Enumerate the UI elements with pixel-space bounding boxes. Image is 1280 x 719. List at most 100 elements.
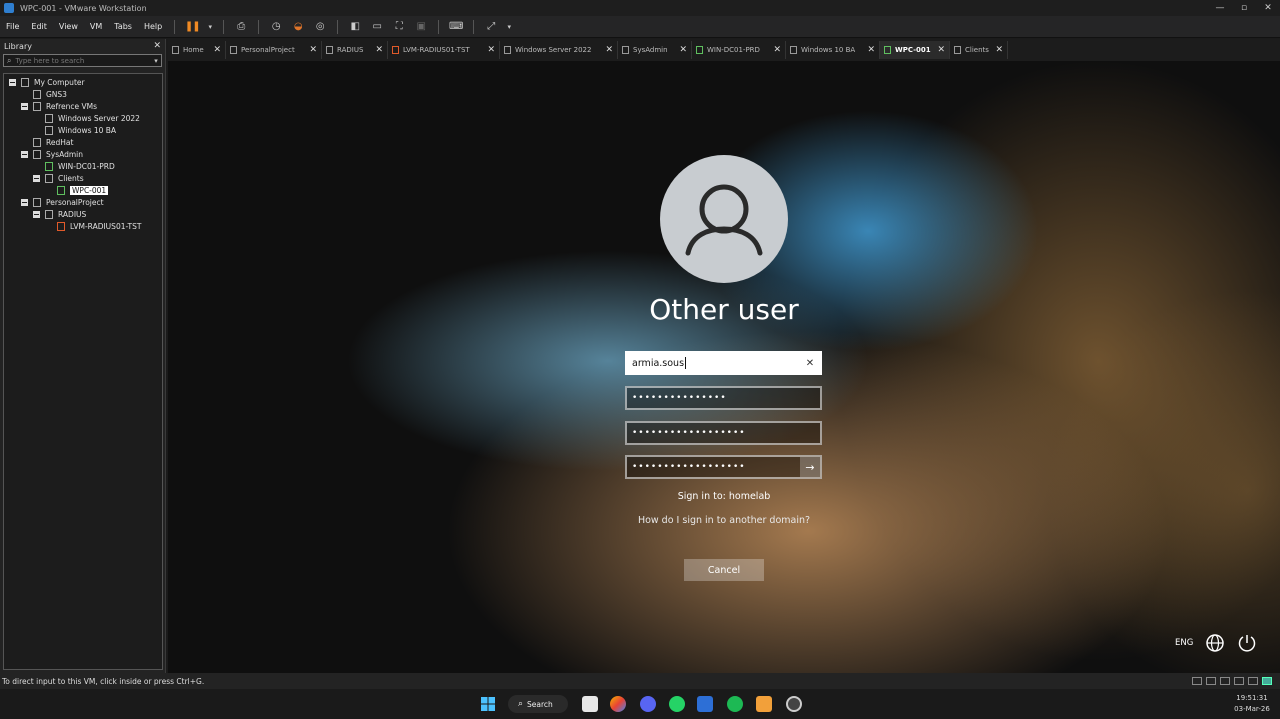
tree-item-radius[interactable]: RADIUS (33, 208, 86, 220)
stretch-guest-icon[interactable]: ⤢ (482, 18, 500, 36)
collapse-toggle-icon[interactable] (21, 198, 28, 206)
vm-icon (33, 89, 41, 99)
submit-arrow-icon[interactable]: → (800, 457, 820, 477)
tree-item-wpc-001[interactable]: WPC-001 (57, 184, 109, 196)
chevron-down-icon[interactable]: ▾ (205, 18, 215, 36)
power-icon[interactable] (1237, 633, 1257, 653)
collapse-toggle-icon[interactable] (21, 102, 28, 110)
tab-wpc-001[interactable]: WPC-001 ✕ (880, 41, 950, 59)
close-icon[interactable]: ✕ (153, 41, 161, 51)
thumbnail-bar-icon[interactable]: ▭ (368, 18, 386, 36)
title-bar: WPC-001 - VMware Workstation — ▫ ✕ (0, 0, 1280, 16)
new-password-field[interactable]: •••••••••••••••••• (625, 421, 822, 445)
collapse-toggle-icon[interactable] (9, 78, 16, 86)
tree-item-gns3[interactable]: GNS3 (33, 88, 67, 100)
menu-vm[interactable]: VM (84, 22, 108, 31)
tree-item-my-computer[interactable]: My Computer (9, 76, 85, 88)
windows-start-icon[interactable] (480, 696, 496, 712)
app-icon[interactable] (697, 696, 713, 712)
unity-icon[interactable]: ▣ (412, 18, 430, 36)
tree-item-lvm-radius01-tst[interactable]: LVM-RADIUS01-TST (57, 220, 141, 232)
whatsapp-icon[interactable] (669, 696, 685, 712)
close-icon[interactable]: ✕ (599, 45, 613, 55)
tab-label: PersonalProject (241, 46, 295, 54)
tab-home[interactable]: Home ✕ (168, 41, 226, 59)
tree-item-clients[interactable]: Clients (33, 172, 84, 184)
tree-item-refrence-vms[interactable]: Refrence VMs (21, 100, 97, 112)
library-search-input[interactable]: ⌕ Type here to search ▾ (3, 54, 162, 67)
minimize-icon[interactable]: — (1208, 3, 1232, 13)
network-adapter-icon[interactable] (1220, 677, 1230, 685)
tab-radius[interactable]: RADIUS ✕ (322, 41, 388, 59)
taskbar-clock[interactable]: 19:51:31 03-Mar-26 (1230, 693, 1274, 715)
chevron-down-icon[interactable]: ▾ (504, 18, 514, 36)
close-icon[interactable]: ✕ (767, 45, 781, 55)
tree-item-win-dc01-prd[interactable]: WIN-DC01-PRD (45, 160, 115, 172)
full-screen-icon[interactable]: ⛶ (390, 18, 408, 36)
library-title: Library (4, 41, 32, 51)
pause-icon[interactable]: ❚❚ (183, 18, 201, 36)
show-library-icon[interactable]: ◧ (346, 18, 364, 36)
tab-personalproject[interactable]: PersonalProject ✕ (226, 41, 322, 59)
tree-label: Clients (58, 173, 84, 183)
collapse-toggle-icon[interactable] (21, 150, 28, 158)
tree-item-windows-10-ba[interactable]: Windows 10 BA (45, 124, 116, 136)
sound-icon[interactable] (1248, 677, 1258, 685)
cd-drive-icon[interactable] (1206, 677, 1216, 685)
close-icon[interactable]: ✕ (931, 45, 945, 55)
tab-windows-server-2022[interactable]: Windows Server 2022 ✕ (500, 41, 618, 59)
chevron-down-icon[interactable]: ▾ (151, 57, 161, 65)
tab-win-dc01-prd[interactable]: WIN-DC01-PRD ✕ (692, 41, 786, 59)
network-globe-icon[interactable] (1205, 633, 1225, 653)
revert-snapshot-icon[interactable]: ◒ (289, 18, 307, 36)
close-icon[interactable]: ✕ (481, 45, 495, 55)
vmware-taskbar-icon[interactable] (756, 696, 772, 712)
vm-console[interactable]: Other user armia.sous ✕ ••••••••••••••• … (168, 61, 1280, 673)
clear-icon[interactable]: ✕ (800, 358, 820, 369)
send-ctrl-alt-del-icon[interactable]: ⎙ (232, 18, 250, 36)
close-icon[interactable]: ✕ (207, 45, 221, 55)
tab-sysadmin[interactable]: SysAdmin ✕ (618, 41, 692, 59)
taskbar-search-button[interactable]: ⌕ Search (508, 695, 568, 713)
collapse-toggle-icon[interactable] (33, 210, 40, 218)
menu-help[interactable]: Help (138, 22, 168, 31)
tree-item-sysadmin[interactable]: SysAdmin (21, 148, 83, 160)
console-view-icon[interactable]: ⌨ (447, 18, 465, 36)
folder-icon (230, 46, 237, 54)
password-field[interactable]: ••••••••••••••• (625, 386, 822, 410)
language-indicator[interactable]: ENG (1175, 638, 1193, 648)
message-log-icon[interactable] (1262, 677, 1272, 685)
close-icon[interactable]: ✕ (303, 45, 317, 55)
snapshot-icon[interactable]: ◷ (267, 18, 285, 36)
discord-icon[interactable] (640, 696, 656, 712)
close-icon[interactable]: ✕ (673, 45, 687, 55)
cancel-button[interactable]: Cancel (684, 559, 764, 581)
menu-tabs[interactable]: Tabs (108, 22, 138, 31)
snapshot-manager-icon[interactable]: ◎ (311, 18, 329, 36)
usb-icon[interactable] (1234, 677, 1244, 685)
tab-windows-10-ba[interactable]: Windows 10 BA ✕ (786, 41, 880, 59)
username-input[interactable]: armia.sous ✕ (625, 351, 822, 375)
tab-lvm-radius01-tst[interactable]: LVM-RADIUS01-TST ✕ (388, 41, 500, 59)
close-icon[interactable]: ✕ (369, 45, 383, 55)
tree-item-windows-server-2022[interactable]: Windows Server 2022 (45, 112, 140, 124)
maximize-icon[interactable]: ▫ (1232, 3, 1256, 13)
close-icon[interactable]: ✕ (1256, 3, 1280, 13)
tab-clients[interactable]: Clients ✕ (950, 41, 1008, 59)
tree-item-personalproject[interactable]: PersonalProject (21, 196, 104, 208)
menu-view[interactable]: View (53, 22, 84, 31)
tree-item-redhat[interactable]: RedHat (33, 136, 73, 148)
chrome-icon[interactable] (610, 696, 626, 712)
task-view-icon[interactable] (582, 696, 598, 712)
other-domain-link[interactable]: How do I sign in to another domain? (168, 515, 1280, 526)
menu-file[interactable]: File (0, 22, 25, 31)
close-icon[interactable]: ✕ (989, 45, 1003, 55)
settings-icon[interactable] (786, 696, 802, 712)
menu-edit[interactable]: Edit (25, 22, 53, 31)
hard-disk-icon[interactable] (1192, 677, 1202, 685)
confirm-password-field[interactable]: •••••••••••••••••• → (625, 455, 822, 479)
tab-label: Windows Server 2022 (515, 46, 592, 54)
spotify-icon[interactable] (727, 696, 743, 712)
close-icon[interactable]: ✕ (861, 45, 875, 55)
collapse-toggle-icon[interactable] (33, 174, 40, 182)
